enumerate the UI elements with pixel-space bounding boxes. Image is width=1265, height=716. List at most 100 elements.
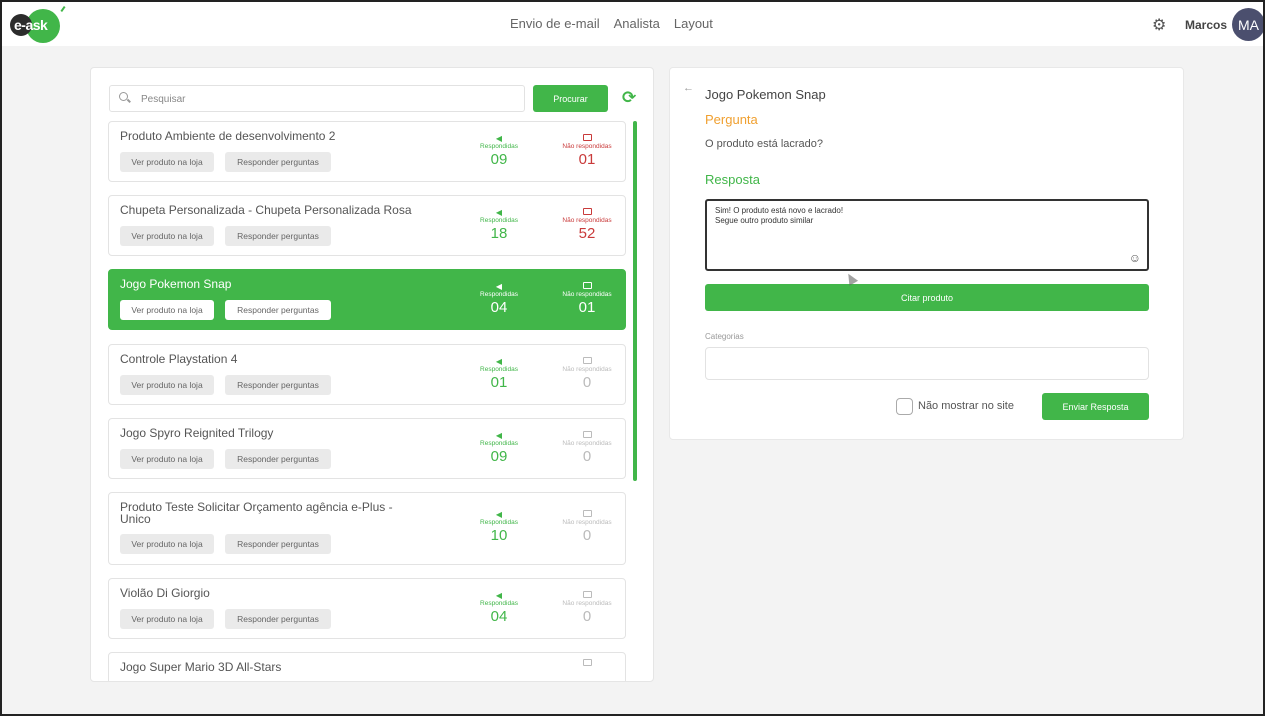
inbox-icon <box>582 510 592 517</box>
unanswered-label: Não respondidas <box>562 519 612 526</box>
send-answer-button[interactable]: Enviar Resposta <box>1042 393 1149 420</box>
answered-label: Respondidas <box>480 440 518 447</box>
answer-questions-button[interactable]: Responder perguntas <box>225 609 331 629</box>
product-card[interactable]: Violão Di Giorgio Ver produto na loja Re… <box>108 578 626 639</box>
e-ask-logo[interactable]: e-ask <box>10 5 66 46</box>
unanswered-label: Não respondidas <box>562 600 612 607</box>
hide-on-site-checkbox[interactable] <box>896 398 913 415</box>
answered-label: Respondidas <box>480 291 518 298</box>
view-product-button[interactable]: Ver produto na loja <box>120 300 214 320</box>
unanswered-count: 0 <box>582 448 592 465</box>
nav-item-analista[interactable]: Analista <box>614 16 660 31</box>
unanswered-count: 0 <box>582 608 592 625</box>
answer-box[interactable]: Sim! O produto está novo e lacrado! Segu… <box>705 199 1149 271</box>
product-title: Jogo Spyro Reignited Trilogy <box>120 426 274 440</box>
reply-icon: ◀ <box>495 134 503 143</box>
product-title: Controle Playstation 4 <box>120 352 238 366</box>
unanswered-label: Não respondidas <box>562 217 612 224</box>
unanswered-count: 0 <box>582 374 592 391</box>
reply-icon: ◀ <box>495 510 503 519</box>
top-navbar: e-ask Envio de e-mail Analista Layout ⚙ … <box>2 2 1265 46</box>
view-product-button[interactable]: Ver produto na loja <box>120 375 214 395</box>
answered-stat: ◀ Respondidas 09 <box>469 134 529 169</box>
user-name[interactable]: Marcos <box>1185 18 1227 32</box>
inbox-icon <box>582 431 592 438</box>
product-card[interactable]: Controle Playstation 4 Ver produto na lo… <box>108 344 626 405</box>
product-title: Jogo Pokemon Snap <box>120 277 232 291</box>
unanswered-stat: Não respondidas 0 <box>557 431 617 466</box>
categories-label: Categorias <box>705 332 744 341</box>
answered-label: Respondidas <box>480 143 518 150</box>
detail-product-title: Jogo Pokemon Snap <box>705 87 826 102</box>
product-title: Violão Di Giorgio <box>120 586 210 600</box>
emoji-icon[interactable]: ☺ <box>1129 252 1141 264</box>
view-product-button[interactable]: Ver produto na loja <box>120 609 214 629</box>
product-card[interactable]: Produto Ambiente de desenvolvimento 2 Ve… <box>108 121 626 182</box>
reply-icon: ◀ <box>495 431 503 440</box>
answered-count: 09 <box>490 448 508 465</box>
answer-panel: ← Jogo Pokemon Snap Pergunta O produto e… <box>669 67 1184 440</box>
nav-item-envio-email[interactable]: Envio de e-mail <box>510 16 600 31</box>
nav-item-layout[interactable]: Layout <box>674 16 713 31</box>
unanswered-stat: Não respondidas 52 <box>557 208 617 243</box>
question-text: O produto está lacrado? <box>705 138 824 150</box>
unanswered-count: 52 <box>578 225 596 242</box>
answered-label: Respondidas <box>480 217 518 224</box>
unanswered-label: Não respondidas <box>562 291 612 298</box>
view-product-button[interactable]: Ver produto na loja <box>120 226 214 246</box>
answer-questions-button[interactable]: Responder perguntas <box>225 152 331 172</box>
product-card-selected[interactable]: Jogo Pokemon Snap Ver produto na loja Re… <box>108 269 626 330</box>
answer-questions-button[interactable]: Responder perguntas <box>225 449 331 469</box>
cite-product-button[interactable]: Citar produto <box>705 284 1149 311</box>
answered-label: Respondidas <box>480 519 518 526</box>
answered-stat: ◀ Respondidas 04 <box>469 282 529 317</box>
answered-stat: ◀ Respondidas 09 <box>469 431 529 466</box>
inbox-icon <box>582 208 592 215</box>
answered-count: 10 <box>490 527 508 544</box>
unanswered-stat <box>557 659 617 668</box>
answer-questions-button[interactable]: Responder perguntas <box>225 226 331 246</box>
answered-count: 09 <box>490 151 508 168</box>
answered-count: 18 <box>490 225 508 242</box>
answer-heading: Resposta <box>705 172 760 187</box>
unanswered-stat: Não respondidas 0 <box>557 591 617 626</box>
product-card[interactable]: Jogo Super Mario 3D All-Stars <box>108 652 626 681</box>
list-scrollbar[interactable] <box>633 121 637 481</box>
answer-questions-button[interactable]: Responder perguntas <box>225 375 331 395</box>
categories-input[interactable] <box>705 347 1149 380</box>
product-title: Jogo Super Mario 3D All-Stars <box>120 660 282 674</box>
view-product-button[interactable]: Ver produto na loja <box>120 534 214 554</box>
answer-textarea[interactable]: Sim! O produto está novo e lacrado! Segu… <box>715 206 1120 264</box>
product-card[interactable]: Produto Teste Solicitar Orçamento agênci… <box>108 492 626 565</box>
answered-label: Respondidas <box>480 366 518 373</box>
main-nav: Envio de e-mail Analista Layout <box>510 16 713 31</box>
reply-icon: ◀ <box>495 282 503 291</box>
avatar[interactable]: MA <box>1232 8 1265 41</box>
product-title: Chupeta Personalizada - Chupeta Personal… <box>120 203 412 217</box>
answered-stat: ◀ Respondidas 18 <box>469 208 529 243</box>
search-button[interactable]: Procurar <box>533 85 608 112</box>
hide-on-site-label[interactable]: Não mostrar no site <box>918 400 1014 412</box>
view-product-button[interactable]: Ver produto na loja <box>120 152 214 172</box>
gear-icon[interactable]: ⚙ <box>1152 15 1166 35</box>
product-card[interactable]: Jogo Spyro Reignited Trilogy Ver produto… <box>108 418 626 479</box>
product-card[interactable]: Chupeta Personalizada - Chupeta Personal… <box>108 195 626 256</box>
unanswered-label: Não respondidas <box>562 143 612 150</box>
product-title: Produto Teste Solicitar Orçamento agênci… <box>120 500 393 526</box>
back-arrow-icon[interactable]: ← <box>683 82 694 94</box>
search-field[interactable] <box>109 85 525 112</box>
answered-count: 04 <box>490 299 508 316</box>
answer-questions-button[interactable]: Responder perguntas <box>225 534 331 554</box>
view-product-button[interactable]: Ver produto na loja <box>120 449 214 469</box>
unanswered-stat: Não respondidas 01 <box>557 282 617 317</box>
product-list-panel: Procurar ⟳ Produto Ambiente de desenvolv… <box>90 67 654 682</box>
inbox-icon <box>582 282 592 289</box>
search-input[interactable] <box>141 90 511 108</box>
answered-stat: ◀ Respondidas 01 <box>469 357 529 392</box>
answered-count: 04 <box>490 608 508 625</box>
unanswered-label: Não respondidas <box>562 366 612 373</box>
answer-questions-button[interactable]: Responder perguntas <box>225 300 331 320</box>
reply-icon: ◀ <box>495 357 503 366</box>
inbox-icon <box>582 134 592 141</box>
refresh-icon[interactable]: ⟳ <box>622 88 644 110</box>
